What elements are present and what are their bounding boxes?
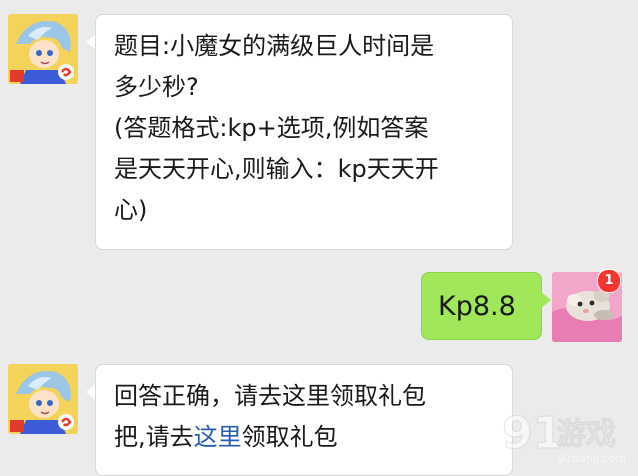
message-text: Kp8.8	[438, 291, 516, 322]
message-text: 把,请去	[114, 423, 194, 451]
message-line: 是天天开心,则输入：kp天天开	[114, 155, 439, 183]
message-line: 回答正确，请去这里领取礼包	[114, 382, 426, 410]
bot-avatar[interactable]	[8, 364, 78, 434]
message-bubble-question[interactable]: 题目:小魔女的满级巨人时间是 多少秒? (答题格式:kp+选项,例如答案 是天天…	[95, 14, 513, 250]
watermark-url: 91danji.com	[558, 452, 626, 465]
bot-avatar[interactable]	[8, 14, 78, 84]
message-bubble-reply[interactable]: 回答正确，请去这里领取礼包 把,请去这里领取礼包	[95, 364, 513, 476]
reward-link[interactable]: 这里	[194, 423, 242, 451]
bot-avatar-icon	[8, 14, 78, 84]
bot-avatar-icon	[8, 364, 78, 434]
message-line: 多少秒?	[114, 73, 199, 101]
message-line: 题目:小魔女的满级巨人时间是	[114, 32, 435, 60]
bubble-tail	[541, 292, 551, 308]
message-bubble-answer[interactable]: Kp8.8	[421, 272, 542, 340]
message-line: (答题格式:kp+选项,例如答案	[114, 114, 429, 142]
watermark-text: 游戏	[556, 417, 616, 452]
unread-badge: 1	[597, 269, 621, 293]
message-line: 心)	[114, 196, 148, 224]
watermark-number: 91	[502, 408, 563, 459]
watermark-logo: 91 游戏 91danji.com	[502, 408, 626, 466]
message-text: 领取礼包	[241, 423, 338, 451]
message-line: 把,请去这里领取礼包	[114, 417, 496, 458]
